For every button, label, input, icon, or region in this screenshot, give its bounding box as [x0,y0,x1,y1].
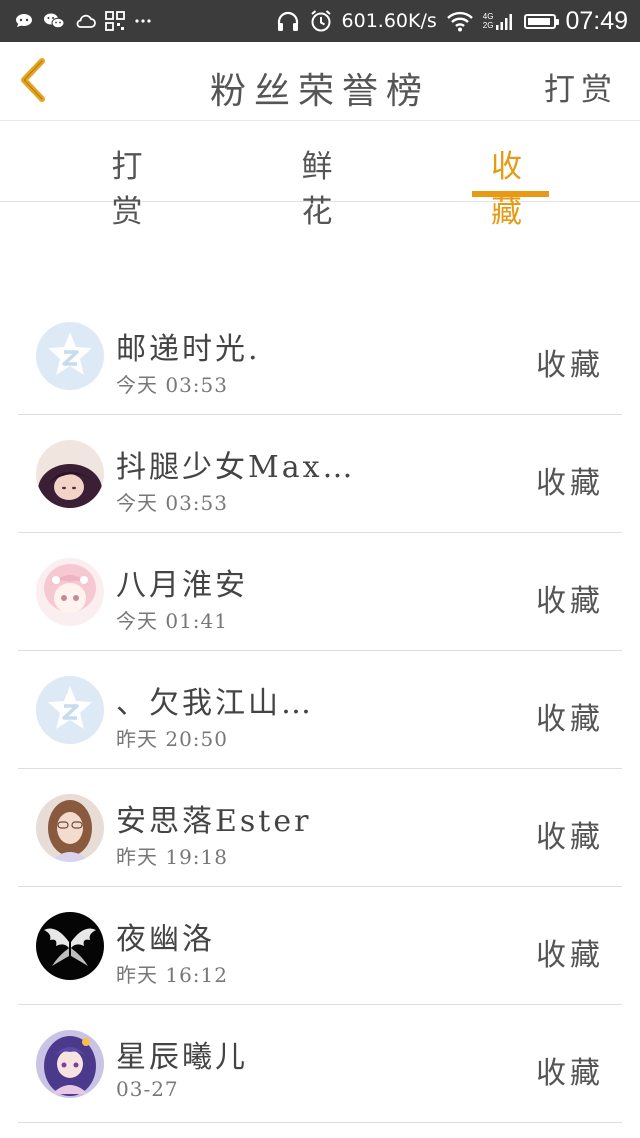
fan-time: 03-27 [116,1077,179,1101]
alarm-icon [310,10,331,32]
fan-time: 今天 01:41 [116,609,228,633]
network-type-top: 4G [482,12,494,21]
fan-action: 收藏 [536,938,604,973]
list-item[interactable]: 、欠我江山… 昨天 20:50 收藏 [18,651,622,769]
fan-time: 昨天 19:18 [116,845,228,869]
more-dots-icon [135,19,151,23]
fan-action: 收藏 [536,1056,604,1091]
cloud-icon [76,14,96,28]
default-qzone-avatar-icon [36,322,104,390]
fan-name: 安思落Ester [116,804,312,839]
status-bar: 601.60K/s 4G 2G 07:49 [0,0,640,42]
fan-name: 夜幽洛 [116,922,215,957]
fan-action: 收藏 [536,348,604,383]
fan-list: 邮递时光. 今天 03:53 收藏 抖腿少女Max… 今天 03:53 收藏 八… [18,297,622,1123]
tab-label: 打赏 [111,149,151,230]
fan-time: 今天 03:53 [116,491,228,515]
signal-icon [496,14,513,30]
status-right-icons: 601.60K/s 4G 2G 07:49 [276,7,628,35]
avatar [36,1030,104,1098]
headphones-icon [277,11,298,31]
anime-purple-girl-avatar-icon [36,1030,104,1098]
avatar [36,440,104,508]
battery-level-fill [528,17,551,25]
fan-time: 昨天 16:12 [116,963,228,987]
network-speed: 601.60K/s [341,10,437,32]
fan-action: 收藏 [536,702,604,737]
fan-action: 收藏 [536,820,604,855]
avatar [36,322,104,390]
fan-action: 收藏 [536,584,604,619]
chat-bubble-icon [16,14,32,27]
tab-favorites[interactable]: 收藏 [472,141,549,230]
fan-time: 今天 03:53 [116,373,228,397]
anime-pink-girl-avatar-icon [36,558,104,626]
white-wings-avatar-icon [36,912,104,980]
list-item[interactable]: 星辰曦儿 03-27 收藏 [18,1005,622,1123]
navigation-bar: 粉丝荣誉榜 打赏 [0,42,640,121]
fan-name: 八月淮安 [116,568,248,603]
tab-bar: 打赏 鲜花 收藏 [0,121,640,230]
tab-flowers[interactable]: 鲜花 [283,141,359,230]
list-item[interactable]: 夜幽洛 昨天 16:12 收藏 [18,887,622,1005]
list-item[interactable]: 八月淮安 今天 01:41 收藏 [18,533,622,651]
fan-name: 星辰曦儿 [116,1040,248,1075]
list-item[interactable]: 邮递时光. 今天 03:53 收藏 [18,297,622,415]
avatar [36,912,104,980]
photo-girl-avatar-icon [36,794,104,862]
avatar [36,558,104,626]
fan-action: 收藏 [536,466,604,501]
avatar [36,794,104,862]
reward-button[interactable]: 打赏 [544,64,618,109]
battery-icon [524,13,560,29]
list-item[interactable]: 安思落Ester 昨天 19:18 收藏 [18,769,622,887]
fan-name: 邮递时光. [116,332,261,367]
clock: 07:49 [565,6,628,35]
wifi-icon [446,11,473,32]
tab-label: 收藏 [491,149,530,230]
list-item[interactable]: 抖腿少女Max… 今天 03:53 收藏 [18,415,622,533]
default-qzone-avatar-icon [36,676,104,744]
app-grid-icon [105,11,125,31]
fan-time: 昨天 20:50 [116,727,228,751]
network-type-bottom: 2G [482,21,494,30]
fan-name: 抖腿少女Max… [116,450,356,485]
fan-name: 、欠我江山… [116,686,314,721]
active-tab-indicator [472,191,549,197]
signal-indicator: 4G 2G [483,11,516,31]
tab-label: 鲜花 [301,149,341,230]
status-left-icons [14,9,152,33]
dark-hair-girl-avatar-icon [36,440,104,508]
wechat-icon [44,13,65,29]
avatar [36,676,104,744]
tab-reward[interactable]: 打赏 [96,141,166,230]
